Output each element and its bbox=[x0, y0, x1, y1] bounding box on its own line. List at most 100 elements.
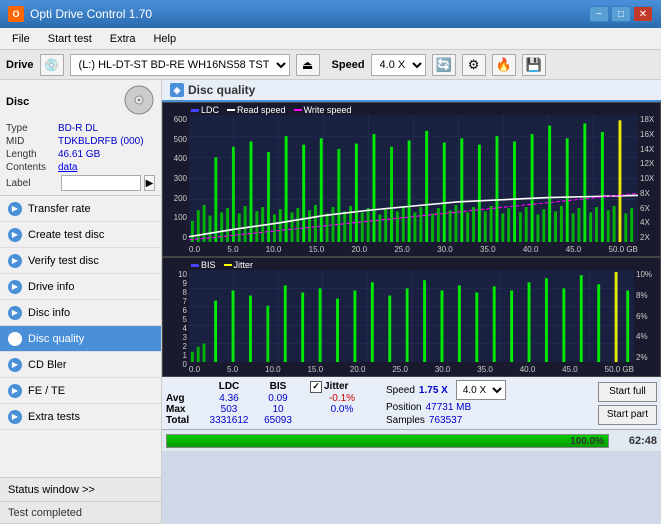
sidebar-item-drive-info[interactable]: ▶ Drive info bbox=[0, 274, 161, 300]
max-label: Max bbox=[166, 404, 202, 415]
chart1-x-labels: 0.05.010.015.020.025.030.035.040.045.050… bbox=[189, 245, 638, 254]
cd-bler-icon: ▶ bbox=[8, 358, 22, 372]
extra-tests-icon: ▶ bbox=[8, 410, 22, 424]
speed-combo-select[interactable]: 4.0 X bbox=[456, 380, 506, 400]
menu-extra[interactable]: Extra bbox=[102, 31, 144, 47]
maximize-button[interactable]: □ bbox=[611, 6, 631, 22]
chart2-legend: BIS Jitter bbox=[191, 260, 253, 270]
label-key: Label bbox=[6, 178, 58, 189]
total-bis: 65093 bbox=[256, 415, 300, 426]
chart1-y-labels: 6005004003002001000 bbox=[163, 115, 189, 242]
avg-label: Avg bbox=[166, 393, 202, 404]
minimize-button[interactable]: − bbox=[589, 6, 609, 22]
chart2-y-labels: 109876543210 bbox=[163, 270, 189, 362]
menu-file[interactable]: File bbox=[4, 31, 38, 47]
max-bis: 10 bbox=[256, 404, 300, 415]
nav-label-create-test-disc: Create test disc bbox=[28, 229, 104, 241]
sidebar-item-cd-bler[interactable]: ▶ CD Bler bbox=[0, 352, 161, 378]
disc-panel: Disc Type BD-R DL MID TDKBLDRFB (000) bbox=[0, 80, 161, 196]
sidebar-item-disc-info[interactable]: ▶ Disc info bbox=[0, 300, 161, 326]
legend-jitter: Jitter bbox=[234, 260, 254, 270]
refresh-button[interactable]: 🔄 bbox=[432, 54, 456, 76]
length-key: Length bbox=[6, 149, 58, 160]
mid-key: MID bbox=[6, 136, 58, 147]
nav-label-transfer-rate: Transfer rate bbox=[28, 203, 91, 215]
samples-label: Samples bbox=[386, 415, 425, 426]
disc-info-table: Type BD-R DL MID TDKBLDRFB (000) Length … bbox=[6, 123, 155, 191]
speed-label: Speed bbox=[332, 59, 365, 71]
contents-value[interactable]: data bbox=[58, 162, 77, 173]
start-part-button[interactable]: Start part bbox=[598, 405, 657, 425]
stats-section: LDC BIS ✓ Jitter Avg 4.36 0.09 -0.1% Max bbox=[162, 377, 661, 429]
settings-button[interactable]: ⚙ bbox=[462, 54, 486, 76]
menu-start-test[interactable]: Start test bbox=[40, 31, 100, 47]
create-test-disc-icon: ▶ bbox=[8, 228, 22, 242]
burn-button[interactable]: 🔥 bbox=[492, 54, 516, 76]
save-button[interactable]: 💾 bbox=[522, 54, 546, 76]
drive-select[interactable]: (L:) HL-DT-ST BD-RE WH16NS58 TST4 bbox=[70, 54, 290, 76]
content-area: ◈ Disc quality LDC Read speed Write spee… bbox=[162, 80, 661, 524]
nav-label-cd-bler: CD Bler bbox=[28, 359, 67, 371]
sidebar-item-fe-te[interactable]: ▶ FE / TE bbox=[0, 378, 161, 404]
app-title: Opti Drive Control 1.70 bbox=[30, 7, 152, 21]
chart1-legend: LDC Read speed Write speed bbox=[191, 105, 351, 115]
title-bar: O Opti Drive Control 1.70 − □ ✕ bbox=[0, 0, 661, 28]
jitter-checkbox[interactable]: ✓ bbox=[310, 381, 322, 393]
label-input[interactable] bbox=[61, 175, 141, 191]
progress-fill bbox=[167, 435, 608, 447]
nav-label-drive-info: Drive info bbox=[28, 281, 74, 293]
nav-label-verify-test-disc: Verify test disc bbox=[28, 255, 99, 267]
status-text: Test completed bbox=[0, 502, 161, 524]
sidebar-item-verify-test-disc[interactable]: ▶ Verify test disc bbox=[0, 248, 161, 274]
menu-bar: File Start test Extra Help bbox=[0, 28, 661, 50]
sidebar-item-extra-tests[interactable]: ▶ Extra tests bbox=[0, 404, 161, 430]
close-button[interactable]: ✕ bbox=[633, 6, 653, 22]
legend-read-speed: Read speed bbox=[237, 105, 286, 115]
drive-bar: Drive 💿 (L:) HL-DT-ST BD-RE WH16NS58 TST… bbox=[0, 50, 661, 80]
total-label: Total bbox=[166, 415, 202, 426]
header-bis: BIS bbox=[256, 381, 300, 393]
type-value: BD-R DL bbox=[58, 123, 98, 134]
disc-info-icon: ▶ bbox=[8, 306, 22, 320]
disc-visual-icon bbox=[123, 84, 155, 116]
transfer-rate-icon: ▶ bbox=[8, 202, 22, 216]
main-layout: Disc Type BD-R DL MID TDKBLDRFB (000) bbox=[0, 80, 661, 524]
max-jitter: 0.0% bbox=[310, 404, 374, 415]
nav-label-fe-te: FE / TE bbox=[28, 385, 65, 397]
sidebar-bottom: Status window >> Test completed bbox=[0, 477, 161, 524]
bis-chart: BIS Jitter 109876543210 10%8%6%4%2% bbox=[162, 257, 661, 377]
sidebar-item-disc-quality[interactable]: ▶ Disc quality bbox=[0, 326, 161, 352]
app-icon: O bbox=[8, 6, 24, 22]
chart2-x-labels: 0.05.010.015.020.025.030.035.040.045.050… bbox=[189, 365, 634, 374]
chart2-y-labels-right: 10%8%6%4%2% bbox=[634, 270, 660, 362]
chart2-svg bbox=[189, 270, 634, 362]
samples-value: 763537 bbox=[429, 415, 462, 426]
total-ldc: 3331612 bbox=[202, 415, 256, 426]
chart1-y-labels-right: 18X16X14X12X10X8X6X4X2X bbox=[638, 115, 660, 242]
nav-label-disc-quality: Disc quality bbox=[28, 333, 84, 345]
drive-icon-btn[interactable]: 💿 bbox=[40, 54, 64, 76]
speed-select[interactable]: 4.0 X bbox=[371, 54, 426, 76]
nav-label-disc-info: Disc info bbox=[28, 307, 70, 319]
time-display: 62:48 bbox=[615, 435, 657, 447]
sidebar-item-transfer-rate[interactable]: ▶ Transfer rate bbox=[0, 196, 161, 222]
sidebar-item-create-test-disc[interactable]: ▶ Create test disc bbox=[0, 222, 161, 248]
legend-ldc: LDC bbox=[201, 105, 219, 115]
eject-button[interactable]: ⏏ bbox=[296, 54, 320, 76]
max-ldc: 503 bbox=[202, 404, 256, 415]
status-window-button[interactable]: Status window >> bbox=[0, 478, 161, 502]
action-buttons: Start full Start part bbox=[598, 382, 657, 425]
start-full-button[interactable]: Start full bbox=[598, 382, 657, 402]
disc-panel-title: Disc bbox=[6, 96, 29, 108]
avg-jitter: -0.1% bbox=[310, 393, 374, 404]
length-value: 46.61 GB bbox=[58, 149, 100, 160]
header-ldc: LDC bbox=[202, 381, 256, 393]
avg-bis: 0.09 bbox=[256, 393, 300, 404]
menu-help[interactable]: Help bbox=[145, 31, 184, 47]
position-label: Position bbox=[386, 402, 422, 413]
disc-quality-header-icon: ◈ bbox=[170, 83, 184, 97]
header-jitter: ✓ Jitter bbox=[310, 381, 374, 393]
disc-quality-icon: ▶ bbox=[8, 332, 22, 346]
progress-bar: 100.0% bbox=[166, 434, 609, 448]
label-go-button[interactable]: ▶ bbox=[144, 175, 155, 191]
